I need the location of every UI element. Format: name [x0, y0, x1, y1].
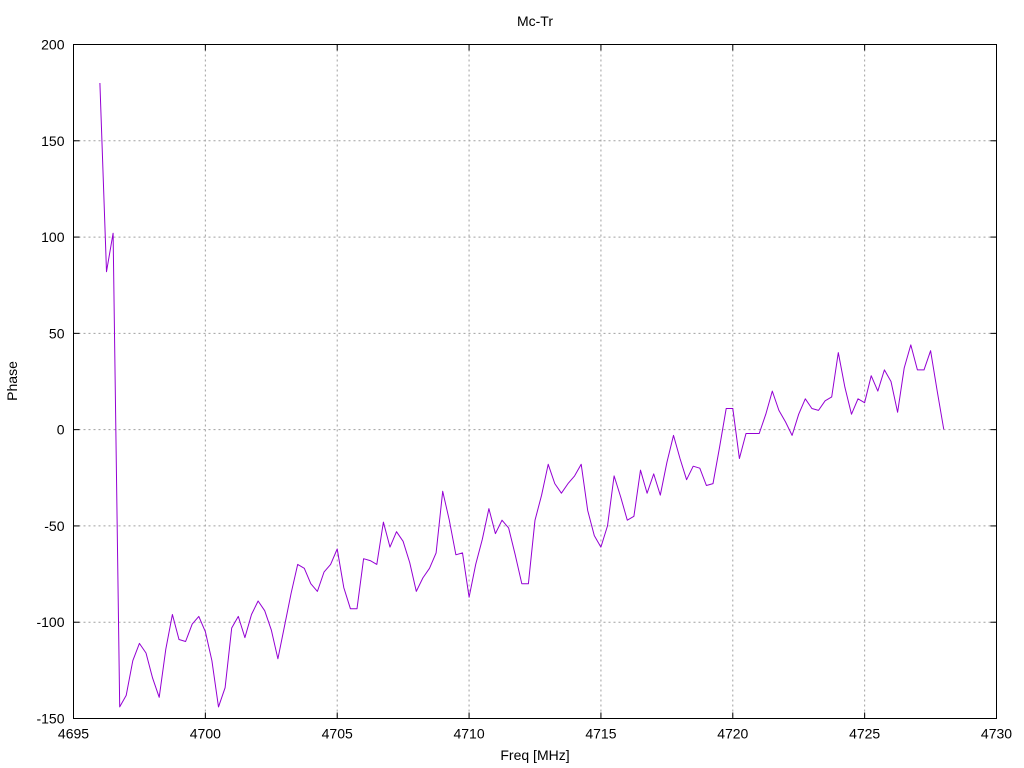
x-tick-label: 4715 [585, 726, 616, 742]
y-tick-labels: -150 -100 -50 0 50 100 150 200 [36, 37, 64, 727]
phase-series-line [99, 82, 945, 708]
x-tick-label: 4700 [190, 726, 221, 742]
y-tick-label: 100 [41, 229, 65, 245]
y-tick-label: 150 [41, 133, 65, 149]
y-tick-label: 200 [41, 37, 65, 53]
y-axis-label: Phase [4, 361, 20, 401]
x-tick-label: 4705 [322, 726, 353, 742]
y-tick-label: 50 [49, 325, 65, 341]
y-tick-label: 0 [57, 422, 65, 438]
x-axis-label: Freq [MHz] [500, 747, 569, 763]
x-tick-label: 4710 [453, 726, 484, 742]
series-group [99, 82, 945, 708]
phase-chart: Mc-Tr 4695 4700 4705 4710 4715 4720 4725 4730 -… [4, 13, 1012, 763]
x-tick-labels: 4695 4700 4705 4710 4715 4720 4725 4730 [58, 726, 1012, 742]
y-tick-label: -100 [36, 614, 64, 630]
grid [73, 44, 997, 719]
plot-frame [73, 44, 997, 719]
tick-marks [73, 44, 997, 719]
y-tick-label: -50 [44, 518, 64, 534]
x-tick-label: 4695 [58, 726, 89, 742]
x-tick-label: 4725 [849, 726, 880, 742]
chart-title: Mc-Tr [517, 13, 553, 29]
y-tick-label: -150 [36, 711, 64, 727]
x-tick-label: 4720 [717, 726, 748, 742]
x-tick-label: 4730 [981, 726, 1012, 742]
